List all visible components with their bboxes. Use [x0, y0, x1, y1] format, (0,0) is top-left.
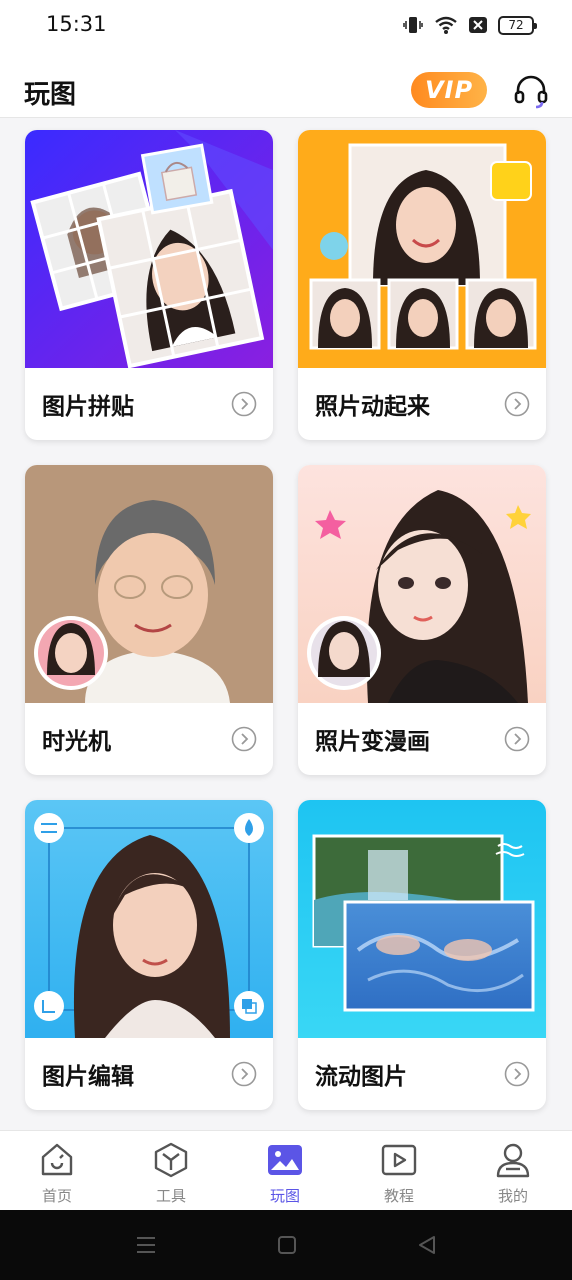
- status-bar: 15:31 72: [0, 0, 572, 52]
- video-icon: [380, 1141, 418, 1179]
- photo-to-comic-image: [298, 465, 546, 703]
- nav-tools[interactable]: 工具: [114, 1131, 228, 1211]
- status-icons: 72: [402, 14, 537, 36]
- home-icon: [38, 1141, 76, 1179]
- card-animate-photo[interactable]: 照片动起来: [298, 130, 546, 440]
- chevron-right-icon: [231, 726, 257, 752]
- feature-grid: 图片拼贴 照片动起来 时光机 照片变漫画 图片编辑 流动图片: [0, 119, 572, 1130]
- vip-button[interactable]: VIP: [411, 72, 487, 108]
- card-collage[interactable]: 图片拼贴: [25, 130, 273, 440]
- home-button-icon[interactable]: [274, 1232, 300, 1258]
- nav-label: 我的: [497, 1187, 528, 1205]
- headset-icon[interactable]: [512, 72, 550, 110]
- battery-icon: 72: [498, 15, 537, 35]
- nav-label: 工具: [155, 1187, 186, 1205]
- nav-play-image[interactable]: 玩图: [228, 1131, 342, 1211]
- card-photo-to-comic[interactable]: 照片变漫画: [298, 465, 546, 775]
- nav-label: 教程: [383, 1187, 414, 1205]
- time-machine-image: [25, 465, 273, 703]
- card-label: 流动图片: [315, 1064, 407, 1090]
- chevron-right-icon: [231, 1061, 257, 1087]
- chevron-right-icon: [504, 1061, 530, 1087]
- animate-photo-image: [298, 130, 546, 368]
- app-header: 玩图 VIP: [0, 52, 572, 118]
- nav-label: 首页: [41, 1187, 72, 1205]
- nav-profile[interactable]: 我的: [456, 1131, 570, 1211]
- menu-icon[interactable]: [133, 1232, 159, 1258]
- card-label: 图片拼贴: [42, 394, 134, 420]
- card-label: 时光机: [42, 729, 111, 755]
- system-nav-bar: [0, 1210, 572, 1280]
- chevron-right-icon: [504, 391, 530, 417]
- card-flowing-image[interactable]: 流动图片: [298, 800, 546, 1110]
- flowing-image-image: [298, 800, 546, 1038]
- card-time-machine[interactable]: 时光机: [25, 465, 273, 775]
- user-icon: [494, 1141, 532, 1179]
- vibrate-icon: [402, 14, 424, 36]
- status-time: 15:31: [46, 12, 107, 36]
- card-label: 图片编辑: [42, 1064, 134, 1090]
- bottom-nav: 首页 工具 玩图 教程 我的: [0, 1130, 572, 1210]
- image-icon: [266, 1141, 304, 1179]
- nav-label: 玩图: [269, 1187, 300, 1205]
- card-label: 照片动起来: [315, 394, 430, 420]
- wifi-icon: [434, 15, 458, 35]
- chevron-right-icon: [231, 391, 257, 417]
- chevron-right-icon: [504, 726, 530, 752]
- collage-image: [25, 130, 273, 368]
- card-label: 照片变漫画: [315, 729, 430, 755]
- nav-tutorials[interactable]: 教程: [342, 1131, 456, 1211]
- nav-home[interactable]: 首页: [0, 1131, 114, 1211]
- page-title: 玩图: [24, 80, 77, 110]
- card-image-edit[interactable]: 图片编辑: [25, 800, 273, 1110]
- sim-off-icon: [468, 15, 488, 35]
- image-edit-image: [25, 800, 273, 1038]
- cube-icon: [152, 1141, 190, 1179]
- back-icon[interactable]: [414, 1232, 440, 1258]
